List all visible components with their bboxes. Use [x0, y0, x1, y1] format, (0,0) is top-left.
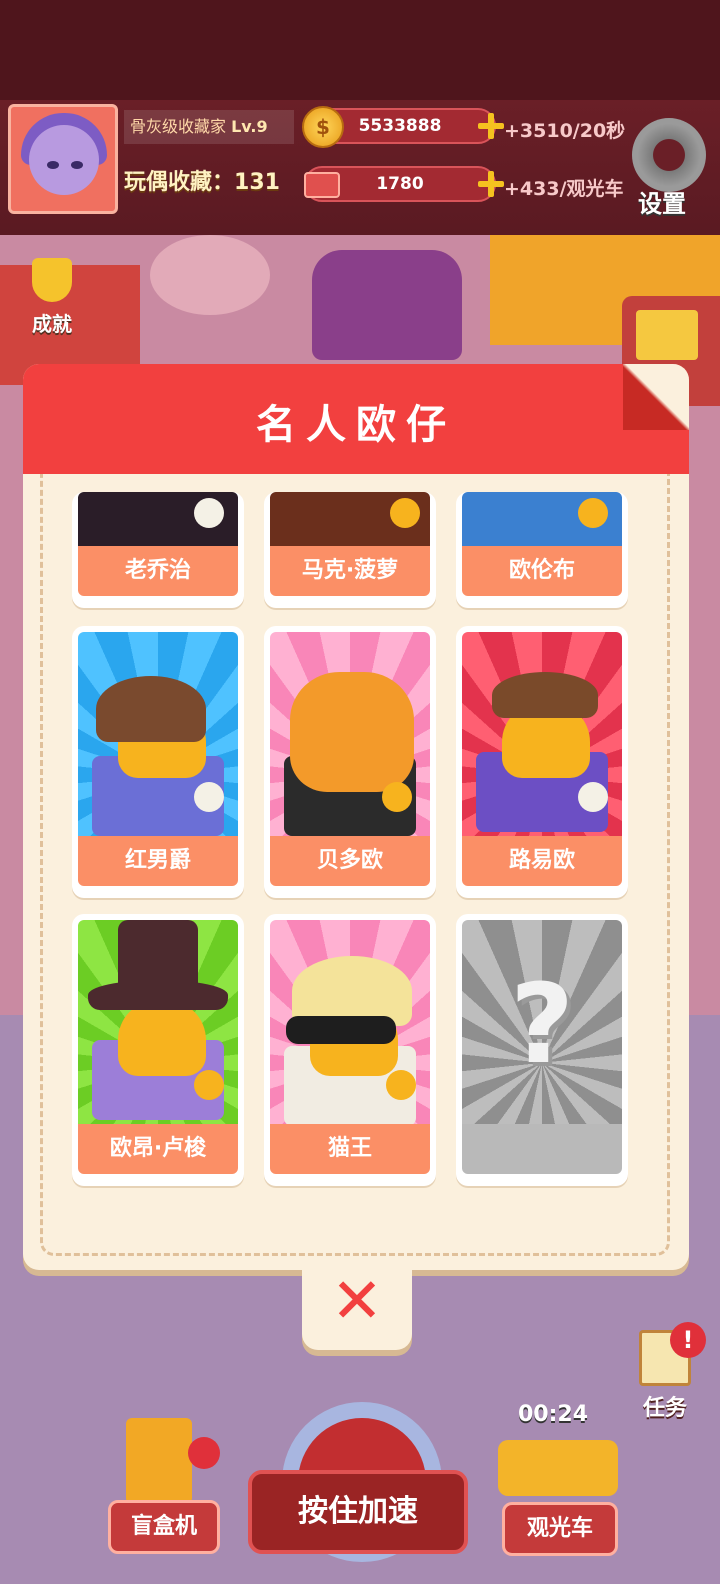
add-tickets-button[interactable]: [478, 171, 504, 197]
trophy-icon: [32, 258, 72, 302]
card-ball: [382, 782, 412, 812]
task-label: 任务: [642, 1396, 687, 1421]
tour-timer: 00:24: [518, 1402, 589, 1427]
card-ball: [386, 1070, 416, 1100]
scene-sofa: [312, 250, 462, 360]
wild-hair: [290, 672, 414, 792]
tram-icon: [498, 1440, 618, 1496]
collection-card[interactable]: 欧伦布: [456, 492, 628, 608]
close-icon: ✕: [331, 1264, 383, 1337]
coin-amount: 5533888: [358, 116, 442, 136]
flat-cap: [492, 672, 598, 718]
card-name: 欧伦布: [462, 546, 622, 596]
card-art: [78, 920, 238, 1124]
avatar-face: [29, 125, 99, 195]
question-mark-icon: ?: [510, 960, 574, 1088]
avatar-eye-left: [47, 161, 59, 169]
achievement-label: 成就: [32, 312, 72, 336]
card-name: 路易欧: [462, 836, 622, 886]
top-bar: [0, 0, 720, 100]
card-figure-head: [118, 1000, 206, 1076]
card-art: [462, 492, 622, 546]
card-ball: [578, 498, 608, 528]
card-art: [78, 492, 238, 546]
rank-title-text: 骨灰级收藏家: [130, 117, 227, 136]
card-art: [270, 632, 430, 836]
avatar-eye-right: [71, 161, 83, 169]
card-art: [462, 632, 622, 836]
collection-card[interactable]: 路易欧: [456, 626, 628, 898]
collection-card[interactable]: 猫王: [264, 914, 436, 1186]
achievement-button[interactable]: 成就: [18, 258, 86, 337]
hold-to-speed-button[interactable]: 按住加速: [248, 1470, 468, 1554]
rank-title: 骨灰级收藏家 Lv.9: [124, 110, 294, 144]
card-art: [78, 632, 238, 836]
player-avatar[interactable]: [8, 104, 118, 214]
card-ball: [578, 782, 608, 812]
collection-card[interactable]: 欧昂·卢梭: [72, 914, 244, 1186]
card-name: 欧昂·卢梭: [78, 1124, 238, 1174]
task-alert-badge: !: [670, 1322, 706, 1358]
tour-bus-button[interactable]: 观光车: [502, 1502, 618, 1556]
player-level: Lv.9: [231, 117, 268, 136]
card-name: 老乔治: [78, 546, 238, 596]
card-art: [270, 492, 430, 546]
collection-card[interactable]: 红男爵: [72, 626, 244, 898]
coin-rate: +3510/20秒: [504, 120, 626, 142]
collection-card[interactable]: 老乔治: [72, 492, 244, 608]
settings-label[interactable]: 设置: [638, 184, 686, 219]
blind-box-notification-dot: [188, 1437, 220, 1469]
close-button[interactable]: ✕: [302, 1258, 412, 1350]
card-name: [462, 1124, 622, 1174]
aviator-cap: [96, 676, 206, 742]
folder-icon: [636, 310, 698, 360]
dialog-title: 名人欧仔: [256, 402, 456, 448]
card-ball: [194, 782, 224, 812]
card-art: [270, 920, 430, 1124]
card-ball: [194, 498, 224, 528]
add-coins-button[interactable]: [478, 113, 504, 139]
card-name: 马克·菠萝: [270, 546, 430, 596]
dialog-header: 名人欧仔: [23, 364, 689, 474]
collection-label: 玩偶收藏：: [124, 170, 235, 195]
ticket-rate: +433/观光车: [504, 178, 624, 200]
card-name: 猫王: [270, 1124, 430, 1174]
card-ball: [390, 498, 420, 528]
card-name: 红男爵: [78, 836, 238, 886]
collection-count: 131: [234, 170, 280, 195]
locked-card[interactable]: ?: [456, 914, 628, 1186]
ticket-amount: 1780: [376, 174, 424, 194]
coin-icon: $: [302, 106, 344, 148]
corner-fold: [623, 364, 689, 430]
card-art: ?: [462, 920, 622, 1124]
vending-machine-icon: [126, 1418, 192, 1504]
top-hat-brim: [88, 980, 228, 1010]
collection-card[interactable]: 贝多欧: [264, 626, 436, 898]
sunglasses-icon: [286, 1016, 396, 1044]
card-ball: [194, 1070, 224, 1100]
gear-icon[interactable]: [632, 118, 706, 192]
player-hud: 骨灰级收藏家 Lv.9 玩偶收藏：131 5533888 $ +3510/20秒…: [0, 100, 720, 235]
blind-box-button[interactable]: 盲盒机: [108, 1500, 220, 1554]
ticket-icon: [304, 172, 340, 198]
scene-tree: [150, 235, 270, 315]
card-name: 贝多欧: [270, 836, 430, 886]
collection-card[interactable]: 马克·菠萝: [264, 492, 436, 608]
collection-stat: 玩偶收藏：131: [124, 164, 280, 196]
